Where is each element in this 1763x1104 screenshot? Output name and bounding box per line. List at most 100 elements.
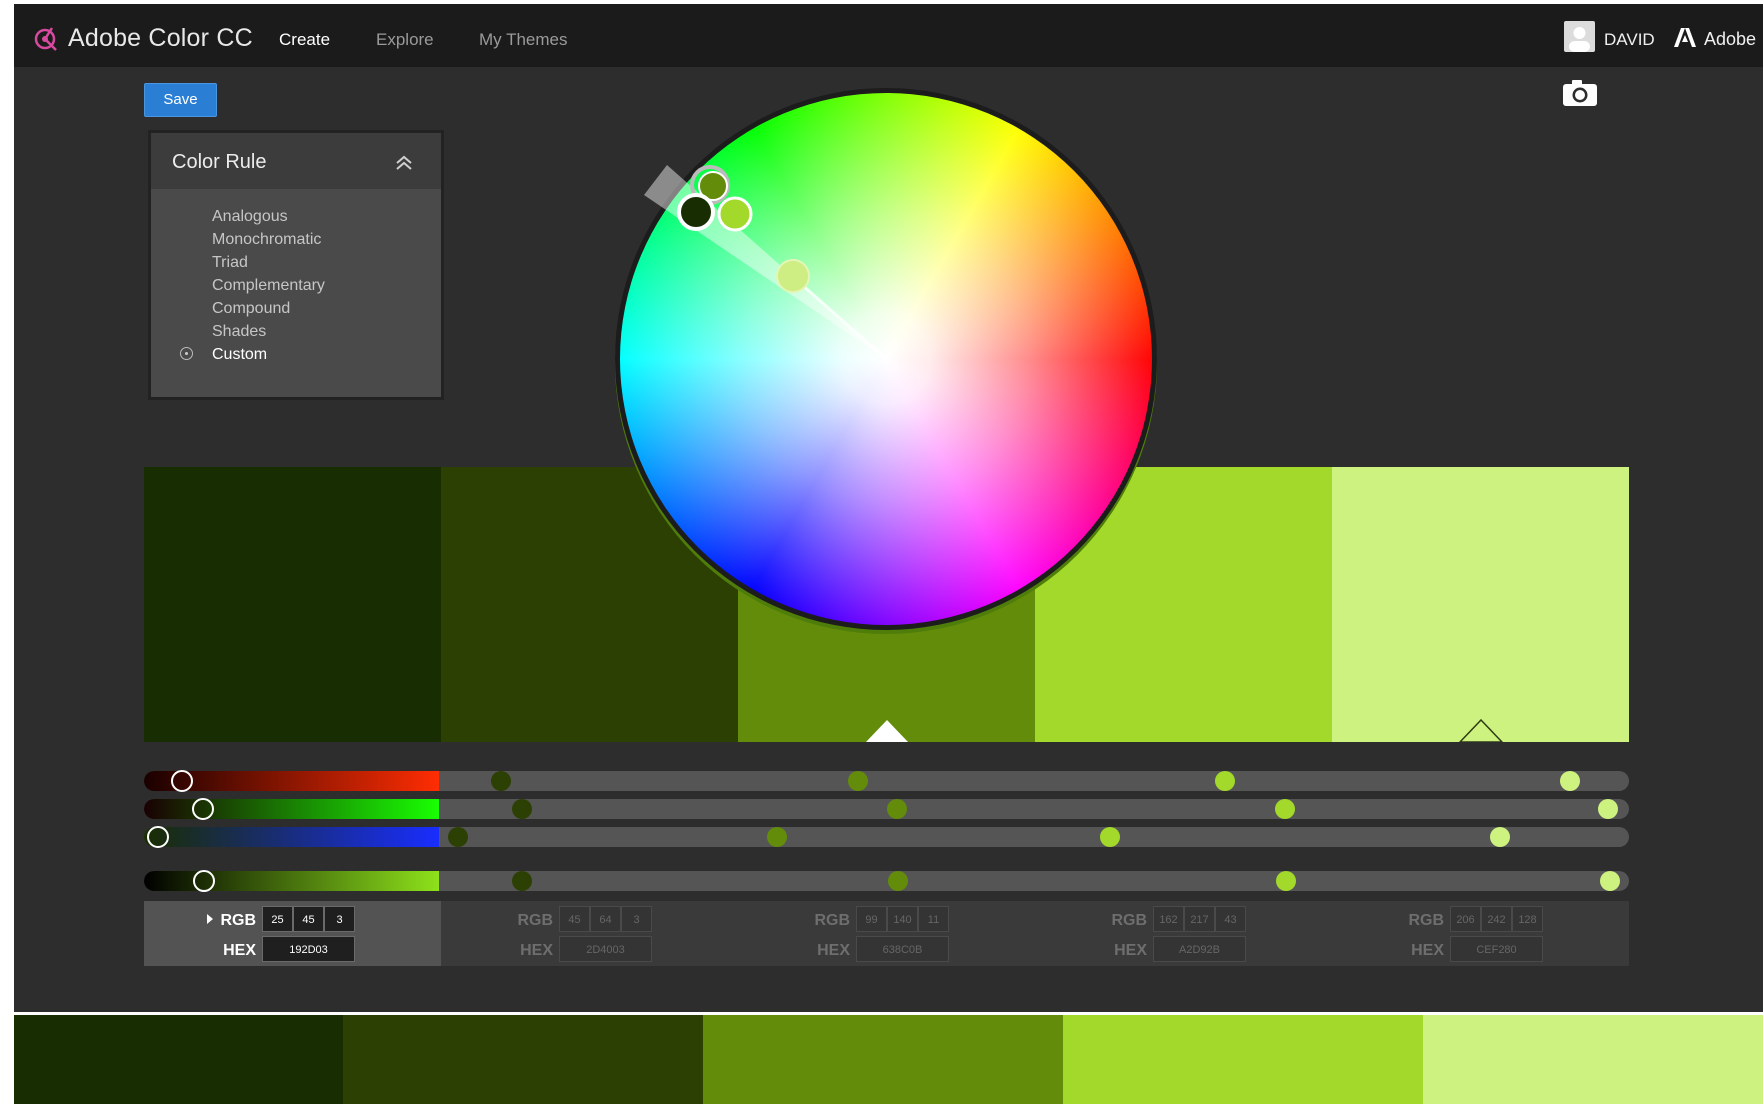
app-window: Adobe Color CC Create Explore My Themes … bbox=[14, 4, 1763, 1012]
values-swatch-3: RGB HEX 99 140 11 638C0B bbox=[738, 901, 1035, 966]
slider-green[interactable] bbox=[144, 798, 1629, 820]
green-handle-active[interactable] bbox=[192, 798, 214, 820]
rule-custom[interactable]: Custom bbox=[151, 343, 441, 366]
green-handle-4[interactable] bbox=[1275, 799, 1295, 819]
blue-handle-4[interactable] bbox=[1100, 827, 1120, 847]
app-title: Adobe Color CC bbox=[68, 24, 253, 52]
g-value-input[interactable]: 217 bbox=[1184, 906, 1215, 932]
values-swatch-4: RGB HEX 162 217 43 A2D92B bbox=[1035, 901, 1332, 966]
user-silhouette-icon bbox=[1569, 27, 1590, 52]
color-values-bar: RGB HEX 25 45 3 192D03 RGB HEX 45 64 3 2… bbox=[144, 901, 1629, 966]
red-handle-3[interactable] bbox=[848, 771, 868, 791]
nav-my-themes[interactable]: My Themes bbox=[479, 30, 568, 50]
user-avatar[interactable] bbox=[1564, 21, 1595, 52]
brightness-handle-active[interactable] bbox=[193, 870, 215, 892]
color-wheel[interactable] bbox=[615, 88, 1157, 630]
rule-shades[interactable]: Shades bbox=[151, 320, 441, 343]
rule-analogous[interactable]: Analogous bbox=[151, 205, 441, 228]
swatch-5[interactable] bbox=[1332, 467, 1629, 742]
wheel-knob-4[interactable] bbox=[717, 196, 753, 232]
rgb-label: RGB bbox=[1408, 912, 1444, 929]
user-name[interactable]: DAVID bbox=[1604, 30, 1655, 50]
hex-value-input[interactable]: 2D4003 bbox=[559, 936, 652, 962]
wheel-knob-5[interactable] bbox=[776, 259, 810, 293]
selection-wedge bbox=[644, 165, 886, 359]
red-handle-4[interactable] bbox=[1215, 771, 1235, 791]
green-handle-5[interactable] bbox=[1598, 799, 1618, 819]
values-swatch-1: RGB HEX 25 45 3 192D03 bbox=[144, 901, 441, 966]
rgb-label: RGB bbox=[814, 912, 850, 929]
adobe-brand-link[interactable]: Adobe bbox=[1704, 29, 1756, 50]
hex-label: HEX bbox=[1114, 942, 1147, 959]
rgb-label: RGB bbox=[517, 912, 553, 929]
rule-complementary[interactable]: Complementary bbox=[151, 274, 441, 297]
b-value-input[interactable]: 128 bbox=[1512, 906, 1543, 932]
b-value-input[interactable]: 3 bbox=[324, 906, 355, 932]
g-value-input[interactable]: 64 bbox=[590, 906, 621, 932]
rule-monochromatic[interactable]: Monochromatic bbox=[151, 228, 441, 251]
r-value-input[interactable]: 45 bbox=[559, 906, 590, 932]
preview-swatch-3 bbox=[703, 1015, 1063, 1104]
red-handle-active[interactable] bbox=[171, 770, 193, 792]
brightness-handle-4[interactable] bbox=[1276, 871, 1296, 891]
hex-label: HEX bbox=[817, 942, 850, 959]
slider-red[interactable] bbox=[144, 770, 1629, 792]
swatch-1[interactable] bbox=[144, 467, 441, 742]
b-value-input[interactable]: 3 bbox=[621, 906, 652, 932]
color-rule-panel: Color Rule Analogous Monochromatic Triad… bbox=[148, 130, 444, 400]
green-handle-3[interactable] bbox=[887, 799, 907, 819]
camera-icon[interactable] bbox=[1562, 79, 1598, 107]
rgb-label: RGB bbox=[1111, 912, 1147, 929]
r-value-input[interactable]: 206 bbox=[1450, 906, 1481, 932]
slider-blue[interactable] bbox=[144, 826, 1629, 848]
save-button[interactable]: Save bbox=[144, 83, 217, 117]
hex-label: HEX bbox=[520, 942, 553, 959]
hex-value-input[interactable]: 638C0B bbox=[856, 936, 949, 962]
green-gradient bbox=[144, 799, 439, 819]
brightness-handle-2[interactable] bbox=[512, 871, 532, 891]
blue-gradient bbox=[144, 827, 439, 847]
rule-triad[interactable]: Triad bbox=[151, 251, 441, 274]
top-navigation-bar: Adobe Color CC Create Explore My Themes … bbox=[14, 4, 1763, 67]
chevron-double-up-icon[interactable] bbox=[395, 155, 413, 171]
color-wheel-overlay bbox=[644, 165, 887, 361]
hex-value-input[interactable]: 192D03 bbox=[262, 936, 355, 962]
g-value-input[interactable]: 45 bbox=[293, 906, 324, 932]
g-value-input[interactable]: 140 bbox=[887, 906, 918, 932]
slider-brightness[interactable] bbox=[144, 870, 1629, 892]
preview-swatch-4 bbox=[1063, 1015, 1423, 1104]
base-color-triangle-icon[interactable] bbox=[865, 719, 909, 742]
set-base-triangle-icon[interactable] bbox=[1458, 719, 1503, 742]
g-value-input[interactable]: 242 bbox=[1481, 906, 1512, 932]
rule-compound[interactable]: Compound bbox=[151, 297, 441, 320]
hex-label: HEX bbox=[1411, 942, 1444, 959]
green-handle-2[interactable] bbox=[512, 799, 532, 819]
brightness-gradient bbox=[144, 871, 439, 891]
blue-handle-2[interactable] bbox=[448, 827, 468, 847]
r-value-input[interactable]: 25 bbox=[262, 906, 293, 932]
color-rule-header[interactable]: Color Rule bbox=[151, 133, 441, 189]
preview-swatch-2 bbox=[343, 1015, 703, 1104]
adobe-logo-icon bbox=[1674, 28, 1696, 47]
hex-value-input[interactable]: A2D92B bbox=[1153, 936, 1246, 962]
values-swatch-2: RGB HEX 45 64 3 2D4003 bbox=[441, 901, 738, 966]
blue-handle-3[interactable] bbox=[767, 827, 787, 847]
hex-value-input[interactable]: CEF280 bbox=[1450, 936, 1543, 962]
r-value-input[interactable]: 99 bbox=[856, 906, 887, 932]
red-handle-2[interactable] bbox=[491, 771, 511, 791]
values-swatch-5: RGB HEX 206 242 128 CEF280 bbox=[1332, 901, 1629, 966]
r-value-input[interactable]: 162 bbox=[1153, 906, 1184, 932]
rgb-label: RGB bbox=[220, 912, 256, 929]
adobe-color-logo-icon bbox=[34, 27, 57, 51]
preview-swatch-5 bbox=[1423, 1015, 1763, 1104]
wheel-knob-1[interactable] bbox=[677, 193, 715, 231]
nav-create[interactable]: Create bbox=[279, 30, 330, 50]
blue-handle-5[interactable] bbox=[1490, 827, 1510, 847]
blue-handle-active[interactable] bbox=[147, 826, 169, 848]
brightness-handle-5[interactable] bbox=[1600, 871, 1620, 891]
b-value-input[interactable]: 11 bbox=[918, 906, 949, 932]
nav-explore[interactable]: Explore bbox=[376, 30, 434, 50]
brightness-handle-3[interactable] bbox=[888, 871, 908, 891]
red-handle-5[interactable] bbox=[1560, 771, 1580, 791]
b-value-input[interactable]: 43 bbox=[1215, 906, 1246, 932]
